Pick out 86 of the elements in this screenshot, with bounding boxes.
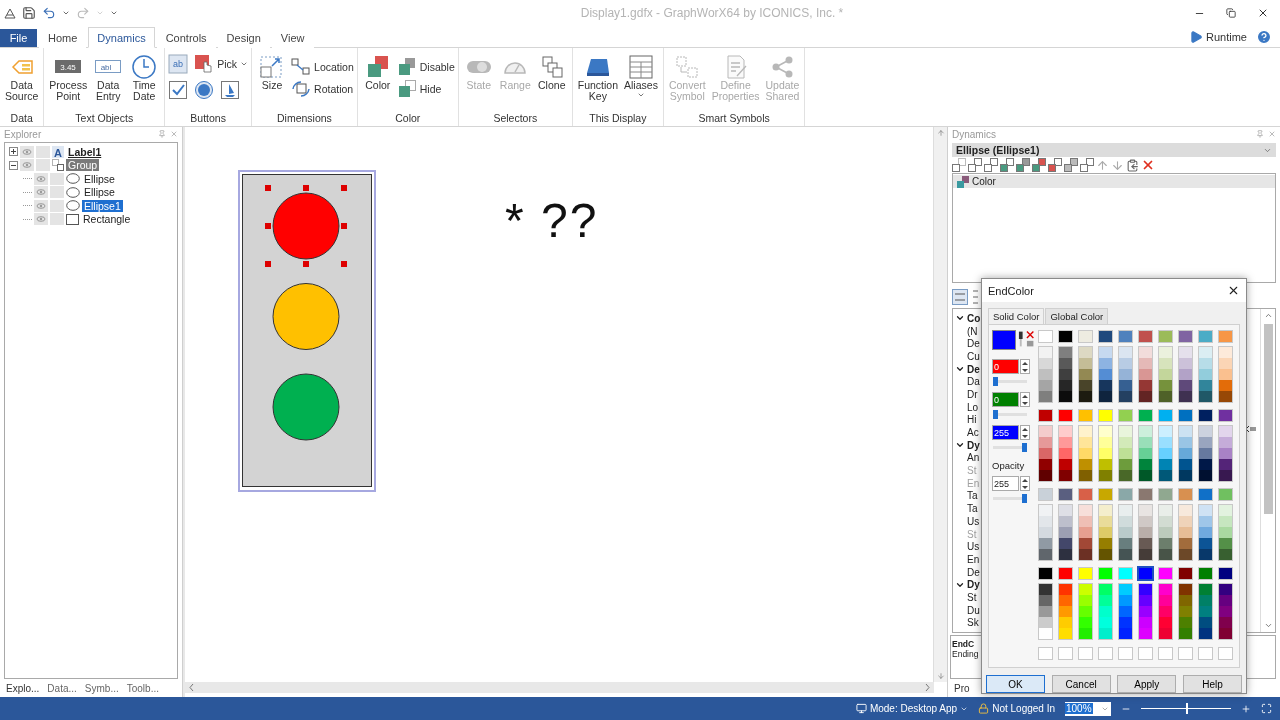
property-name: Du	[967, 604, 980, 616]
ribbon-button[interactable]: Color	[360, 52, 395, 112]
description-title: EndC	[952, 639, 975, 649]
channel-field[interactable]: 255	[992, 425, 1019, 441]
pane-tab[interactable]: Toolb...	[126, 682, 159, 694]
file-tab[interactable]: File	[0, 29, 37, 47]
property-name: De	[967, 338, 980, 350]
dialog-tab[interactable]: Solid Color	[988, 308, 1045, 325]
tree-item[interactable]: Rectangle	[81, 213, 133, 226]
group-label: Data	[9, 112, 34, 126]
property-name: Ta	[967, 490, 978, 502]
property-name: Dy	[967, 579, 980, 591]
channel-field[interactable]: 0	[992, 392, 1019, 408]
ribbon-button[interactable]: Function Key	[575, 52, 621, 112]
property-name: En	[967, 553, 980, 565]
mode-dropdown[interactable]: Mode: Desktop App	[869, 703, 958, 714]
tree-item[interactable]: Ellipse	[82, 172, 117, 185]
ribbon-button[interactable]: Aliases	[622, 52, 660, 112]
canvas-text: * ??	[505, 193, 599, 248]
dialog-button[interactable]: Help	[1182, 675, 1242, 693]
channel-field[interactable]: 0	[992, 359, 1019, 375]
ribbon-button[interactable]: Location	[291, 58, 354, 76]
property-name: Sk	[967, 617, 979, 629]
tree-item[interactable]: Group	[66, 159, 100, 172]
property-name: Hi	[967, 414, 977, 426]
property-name: Dr	[967, 388, 978, 400]
property-name: (N	[967, 325, 978, 337]
group-label: Smart Symbols	[697, 112, 771, 126]
property-name: Cu	[967, 350, 980, 362]
property-name: De	[967, 363, 980, 375]
ribbon-button[interactable]: Clone	[534, 52, 569, 112]
pane-title: Dynamics	[952, 128, 996, 140]
property-name: An	[967, 452, 980, 464]
group-label: This Display	[588, 112, 648, 126]
ribbon-button[interactable]: Data Source	[3, 52, 41, 112]
tree-item[interactable]: Ellipse1	[82, 199, 123, 212]
property-name: St	[967, 465, 977, 477]
description-text: Ending	[952, 649, 979, 659]
property-name: Co	[967, 312, 981, 324]
dialog-title: EndColor	[988, 284, 1034, 297]
object-dropdown[interactable]: Ellipse (Ellipse1)	[952, 143, 1276, 157]
ribbon-button[interactable]: Pick	[194, 54, 249, 74]
opacity-label: Opacity	[992, 460, 1026, 472]
ribbon-button[interactable]: Disable	[396, 58, 455, 76]
group-label: Selectors	[492, 112, 539, 126]
property-name: St	[967, 528, 977, 540]
window-title: Display1.gdfx - GraphWorX64 by ICONICS, Inc. *	[579, 6, 845, 20]
runtime-button[interactable]: Runtime	[1206, 30, 1247, 43]
pane-tab[interactable]: Symb...	[84, 682, 119, 694]
ribbon-button[interactable]: Size	[255, 52, 290, 112]
ribbon-button[interactable]: abl Data Entry	[91, 52, 126, 112]
dialog-button[interactable]: Apply	[1117, 675, 1177, 693]
property-name: Ac	[967, 427, 979, 439]
dialog-button[interactable]: OK	[986, 675, 1045, 693]
property-name: Us	[967, 541, 980, 553]
zoom-field[interactable]: 100%	[1065, 701, 1111, 716]
property-name: De	[967, 566, 980, 578]
pane-title: Explorer	[4, 128, 42, 140]
tree-item[interactable]: Label1	[66, 145, 104, 158]
pane-tab[interactable]: Explo...	[6, 682, 40, 694]
text-button-icon[interactable]: ab	[168, 54, 189, 74]
group-label: Buttons	[189, 112, 227, 126]
property-name: St	[967, 591, 977, 603]
ribbon-button[interactable]: Hide	[396, 80, 455, 98]
property-name: Dy	[967, 439, 980, 451]
pane-tab[interactable]: Data...	[47, 682, 77, 694]
group-label: Color	[394, 112, 422, 126]
dialog-tab[interactable]: Global Color	[1045, 308, 1109, 325]
property-name: En	[967, 477, 980, 489]
ribbon-button[interactable]: Time Date	[127, 52, 162, 112]
ribbon-button[interactable]: Rotation	[291, 80, 354, 98]
property-name: Lo	[967, 401, 979, 413]
group-label: Text Objects	[74, 112, 135, 126]
property-name: Da	[967, 376, 980, 388]
tree-item[interactable]: Ellipse	[82, 186, 117, 199]
ribbon-button[interactable]: 3.45 Process Point	[47, 52, 90, 112]
property-name: Ta	[967, 503, 978, 515]
ribbon-tab[interactable]: Dynamics	[88, 27, 155, 48]
label-icon: A	[52, 145, 64, 158]
group-label: Dimensions	[276, 112, 333, 126]
pane-tab[interactable]: Pro	[954, 682, 970, 694]
opacity-field[interactable]: 255	[992, 476, 1019, 492]
dynamics-item[interactable]: Color	[953, 175, 1275, 188]
property-name: Us	[967, 515, 980, 527]
dialog-button[interactable]: Cancel	[1051, 675, 1111, 693]
login-status: Not Logged In	[992, 703, 1055, 714]
